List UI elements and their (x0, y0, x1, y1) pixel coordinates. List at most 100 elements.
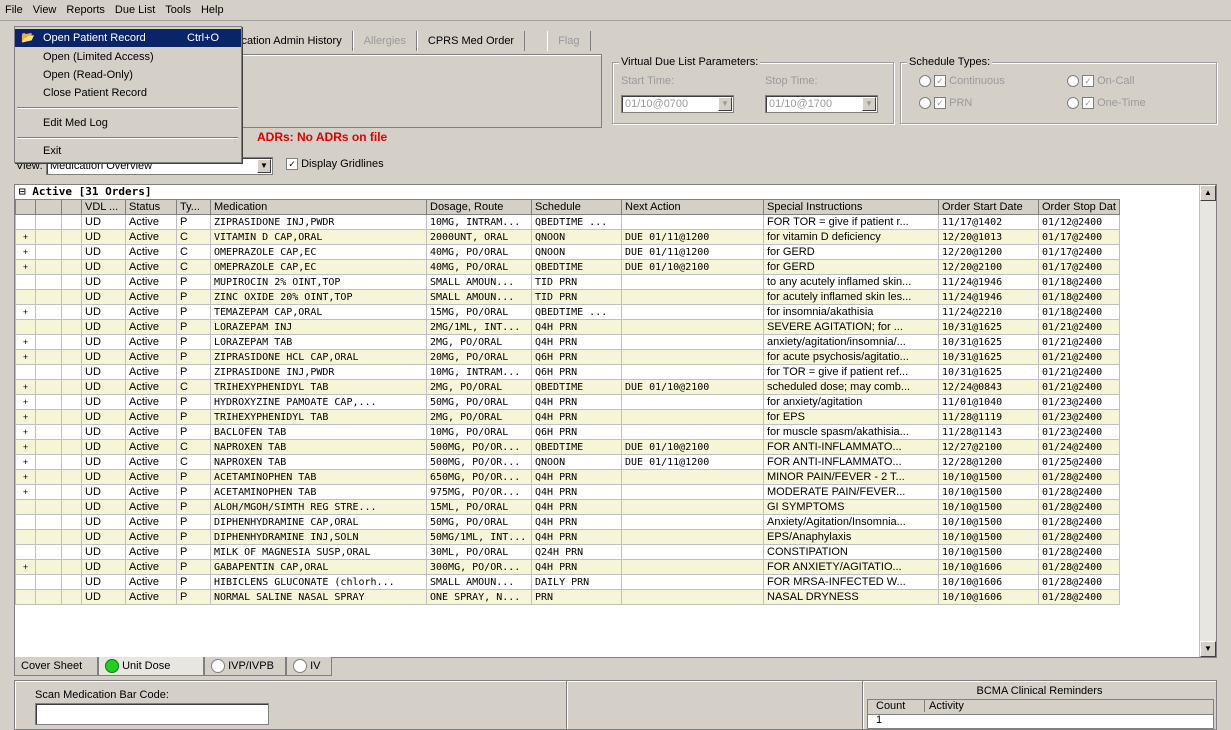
column-header-order-stop[interactable]: Order Stop Dat (1038, 199, 1120, 215)
cell-dosage-route: 2MG, PO/ORAL (426, 379, 532, 395)
allergies-button[interactable]: Allergies (352, 31, 417, 51)
column-header-schedule[interactable]: Schedule (531, 199, 622, 215)
table-row[interactable]: UD Active P DIPHENHYDRAMINE CAP,ORAL 50MG, P… (15, 514, 1120, 530)
expand-icon[interactable]: + (15, 349, 36, 365)
cell-next-action (621, 289, 764, 305)
tab-cover-sheet[interactable]: Cover Sheet (14, 657, 98, 676)
cell-vdl: UD (81, 304, 126, 320)
scroll-up-icon[interactable]: ▲ (1200, 185, 1216, 201)
cprs-med-order-button[interactable]: CPRS Med Order (416, 31, 526, 51)
expand-icon[interactable]: + (15, 424, 36, 440)
table-row[interactable]: UD Active P MUPIROCIN 2% OINT,TOP SMALL AMOU… (15, 274, 1120, 290)
table-row[interactable]: UD Active P ZIPRASIDONE INJ,PWDR 10MG, INTRA… (15, 364, 1120, 380)
column-header-dosage-route[interactable]: Dosage, Route (426, 199, 532, 215)
table-row[interactable]: + UD Active C OMEPRAZOLE CAP,EC 40MG, PO/ORAL… (15, 259, 1120, 275)
table-row[interactable]: + UD Active C TRIHEXYPHENIDYL TAB 2MG, PO/ORA… (15, 379, 1120, 395)
cell-order-start: 11/17@1402 (938, 214, 1039, 230)
grid-group-header[interactable]: ⊟ Active [31 Orders] (15, 185, 1204, 199)
menu-item-exit[interactable]: Exit (15, 142, 241, 160)
menu-tools[interactable]: Tools (160, 4, 196, 16)
table-row[interactable]: UD Active P ZIPRASIDONE INJ,PWDR 10MG, INTRA… (15, 214, 1120, 230)
cell-order-stop: 01/28@2400 (1038, 499, 1120, 515)
column-header-order-start[interactable]: Order Start Date (938, 199, 1039, 215)
column-header-medication[interactable]: Medication (210, 199, 427, 215)
scan-barcode-input[interactable] (35, 703, 269, 725)
vertical-scrollbar[interactable]: ▲ ▼ (1199, 185, 1216, 657)
column-header-type[interactable]: Ty... (176, 199, 211, 215)
table-row[interactable]: + UD Active P ZIPRASIDONE HCL CAP,ORAL 20MG, … (15, 349, 1120, 365)
collapse-icon[interactable]: ⊟ (19, 185, 26, 198)
flag-button[interactable]: Flag (547, 31, 591, 51)
cell-type: P (176, 364, 211, 380)
table-row[interactable]: UD Active P MILK OF MAGNESIA SUSP,ORAL 30ML,… (15, 544, 1120, 560)
tab-iv[interactable]: IV (286, 657, 332, 676)
table-row[interactable]: + UD Active C NAPROXEN TAB 500MG, PO/OR... QBE… (15, 439, 1120, 455)
menu-file[interactable]: File (0, 4, 28, 16)
table-row[interactable]: UD Active P LORAZEPAM INJ 2MG/1ML, INT... Q4H… (15, 319, 1120, 335)
menu-view[interactable]: View (28, 4, 62, 16)
expand-icon[interactable]: + (15, 469, 36, 485)
reminders-activity-header[interactable]: Activity (924, 700, 964, 712)
menu-item-open-patient-record[interactable]: 📂 Open Patient Record Ctrl+O (15, 29, 241, 47)
table-row[interactable]: + UD Active P ACETAMINOPHEN TAB 975MG, PO/OR.… (15, 484, 1120, 500)
expand-icon[interactable]: + (15, 334, 36, 350)
column-header-vdl[interactable]: VDL ... (81, 199, 126, 215)
menu-item-edit-med-log[interactable]: Edit Med Log (15, 114, 241, 132)
expand-icon[interactable]: + (15, 454, 36, 470)
expand-icon[interactable]: + (15, 394, 36, 410)
column-header-next-action[interactable]: Next Action (621, 199, 764, 215)
expand-icon[interactable]: + (15, 259, 36, 275)
table-row[interactable]: + UD Active P LORAZEPAM TAB 2MG, PO/ORAL Q4H P… (15, 334, 1120, 350)
table-row[interactable]: + UD Active C OMEPRAZOLE CAP,EC 40MG, PO/ORAL… (15, 244, 1120, 260)
expand-icon[interactable]: + (15, 229, 36, 245)
table-row[interactable]: + UD Active P GABAPENTIN CAP,ORAL 300MG, PO/O… (15, 559, 1120, 575)
cell-order-start: 12/28@1200 (938, 454, 1039, 470)
schedule-one-time-option[interactable]: ✓ One-Time (1067, 97, 1146, 110)
column-header-status[interactable]: Status (125, 199, 177, 215)
cell-medication: MILK OF MAGNESIA SUSP,ORAL (210, 544, 427, 560)
menu-item-close-patient[interactable]: Close Patient Record (15, 84, 241, 102)
display-gridlines-checkbox[interactable]: ✓ Display Gridlines (286, 158, 384, 171)
expand-icon[interactable]: + (15, 439, 36, 455)
table-row[interactable]: + UD Active P BACLOFEN TAB 10MG, PO/ORAL Q6H P… (15, 424, 1120, 440)
expand-icon[interactable]: + (15, 559, 36, 575)
expand-icon[interactable]: + (15, 379, 36, 395)
cell-type: P (176, 394, 211, 410)
table-row[interactable]: + UD Active P TRIHEXYPHENIDYL TAB 2MG, PO/ORA… (15, 409, 1120, 425)
table-row[interactable]: UD Active P NORMAL SALINE NASAL SPRAY ONE SP… (15, 589, 1120, 605)
table-row[interactable]: UD Active P ZINC OXIDE 20% OINT,TOP SMALL AM… (15, 289, 1120, 305)
table-row[interactable]: + UD Active P HYDROXYZINE PAMOATE CAP,... 50M… (15, 394, 1120, 410)
stop-time-select[interactable]: 01/10@1700 ▼ (765, 95, 878, 113)
med-admin-history-button[interactable]: ication Admin History (228, 31, 353, 51)
expand-icon[interactable]: + (15, 484, 36, 500)
table-row[interactable]: + UD Active C NAPROXEN TAB 500MG, PO/OR... QNO… (15, 454, 1120, 470)
table-row[interactable]: UD Active P ALOH/MGOH/SIMTH REG STRE... 15ML… (15, 499, 1120, 515)
reminders-count-header[interactable]: Count (876, 700, 905, 712)
tab-unit-dose[interactable]: Unit Dose (98, 657, 204, 676)
menu-item-open-readonly[interactable]: Open (Read-Only) (15, 66, 241, 84)
tab-ivp-ivpb[interactable]: IVP/IVPB (204, 657, 286, 676)
expand-icon[interactable]: + (15, 409, 36, 425)
table-row[interactable]: UD Active P HIBICLENS GLUCONATE (chlorh... S… (15, 574, 1120, 590)
reminders-count-value[interactable]: 1 (876, 714, 882, 726)
schedule-on-call-option[interactable]: ✓ On-Call (1067, 75, 1134, 88)
scroll-down-icon[interactable]: ▼ (1200, 641, 1216, 657)
menu-item-open-limited[interactable]: Open (Limited Access) (15, 48, 241, 66)
expand-icon[interactable]: + (15, 244, 36, 260)
cell-order-start: 11/28@1143 (938, 424, 1039, 440)
cell-order-stop: 01/21@2400 (1038, 364, 1120, 380)
schedule-prn-option[interactable]: ✓ PRN (919, 97, 972, 110)
table-row[interactable]: + UD Active C VITAMIN D CAP,ORAL 2000UNT, ORA… (15, 229, 1120, 245)
table-row[interactable]: + UD Active P TEMAZEPAM CAP,ORAL 15MG, PO/ORA… (15, 304, 1120, 320)
menu-due-list[interactable]: Due List (110, 4, 160, 16)
cell-blank (61, 544, 82, 560)
schedule-continuous-option[interactable]: ✓ Continuous (919, 75, 1005, 88)
cell-next-action: DUE 01/11@1200 (621, 229, 764, 245)
start-time-select[interactable]: 01/10@0700 ▼ (621, 95, 734, 113)
column-header-special-instructions[interactable]: Special Instructions (763, 199, 939, 215)
table-row[interactable]: UD Active P DIPHENHYDRAMINE INJ,SOLN 50MG/1M… (15, 529, 1120, 545)
menu-reports[interactable]: Reports (61, 4, 110, 16)
menu-help[interactable]: Help (196, 4, 229, 16)
table-row[interactable]: + UD Active P ACETAMINOPHEN TAB 650MG, PO/OR.… (15, 469, 1120, 485)
expand-icon[interactable]: + (15, 304, 36, 320)
